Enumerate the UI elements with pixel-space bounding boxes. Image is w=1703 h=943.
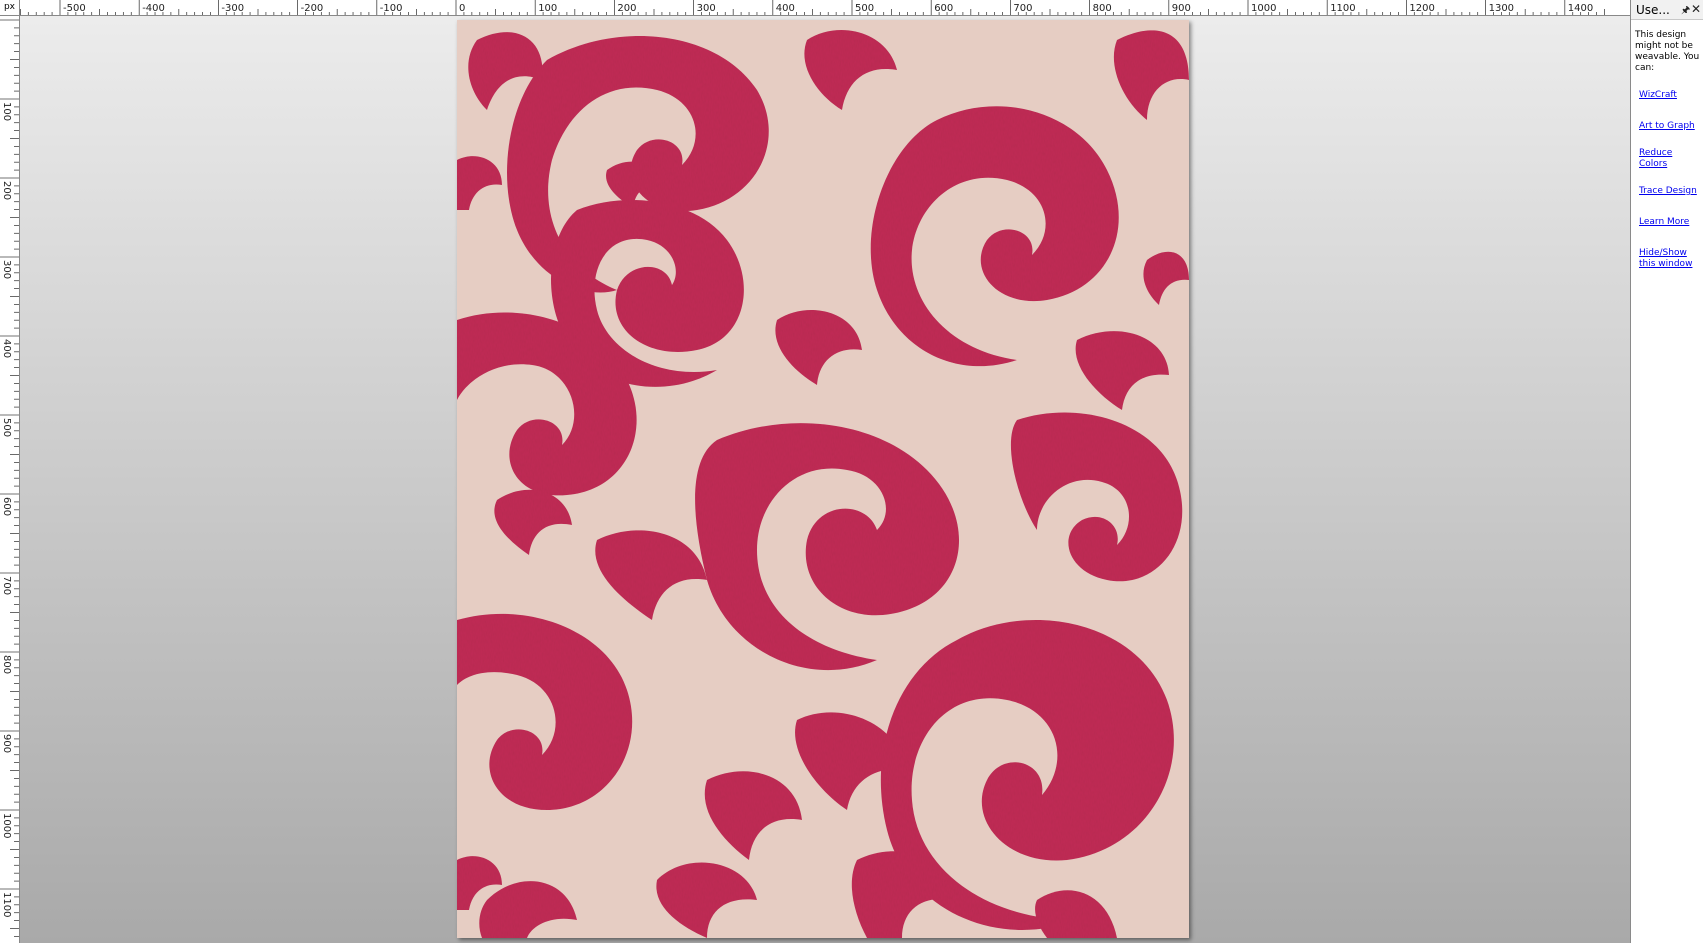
ruler-left-label: 500 — [1, 418, 12, 437]
ruler-left-label: 1100 — [1, 892, 12, 917]
ruler-top-label: 100 — [538, 3, 557, 14]
design-canvas[interactable] — [20, 16, 1630, 943]
art-to-graph-link[interactable]: Art to Graph — [1639, 121, 1701, 132]
ruler-top-label: 900 — [1172, 3, 1191, 14]
horizontal-ruler[interactable]: -500 -400 -300 -200 -100 0 100 200 300 400 500 600 7… — [20, 0, 1630, 16]
ruler-top-label: -500 — [63, 3, 86, 14]
design-editor-window: px -500 -400 -300 -200 -100 0 100 200 300 400 500 6… — [0, 0, 1703, 943]
ruler-left-label: 1000 — [1, 813, 12, 838]
rug-design-image[interactable] — [457, 20, 1189, 938]
ruler-top-label: 200 — [617, 3, 636, 14]
ruler-left-label: 600 — [1, 497, 12, 516]
ruler-top-label: 1200 — [1409, 3, 1434, 14]
panel-title: Use... — [1636, 3, 1670, 17]
ruler-top-label: 700 — [1013, 3, 1032, 14]
panel-header: Use... 🖈 ✕ — [1631, 0, 1703, 20]
damask-motif — [457, 30, 1189, 938]
wizcraft-link[interactable]: WizCraft — [1639, 90, 1701, 101]
ruler-top-label: 400 — [776, 3, 795, 14]
ruler-top-label: 0 — [459, 3, 465, 14]
close-icon[interactable]: ✕ — [1691, 2, 1701, 16]
ruler-top-label: 1400 — [1568, 3, 1593, 14]
ruler-left-label: 900 — [1, 734, 12, 753]
learn-more-link[interactable]: Learn More — [1639, 217, 1701, 228]
weavability-warning: This design might not be weavable. You c… — [1635, 30, 1700, 73]
ruler-top-label: 800 — [1093, 3, 1112, 14]
trace-design-link[interactable]: Trace Design — [1639, 186, 1701, 197]
ruler-top-label: 600 — [934, 3, 953, 14]
ruler-top-label: 1000 — [1251, 3, 1276, 14]
ruler-left-label: 400 — [1, 339, 12, 358]
hide-show-window-link[interactable]: Hide/Show this window — [1639, 248, 1701, 270]
ruler-top-label: 300 — [697, 3, 716, 14]
pin-icon[interactable]: 🖈 — [1681, 3, 1690, 20]
ruler-top-label: 1100 — [1330, 3, 1355, 14]
ruler-top-label: -300 — [221, 3, 244, 14]
ruler-left-label: 300 — [1, 260, 12, 279]
vertical-ruler[interactable]: 100 200 300 400 500 600 700 800 900 1000 1100 — [0, 16, 20, 943]
ruler-top-label: 1300 — [1489, 3, 1514, 14]
use-helper-panel: Use... 🖈 ✕ This design might not be weav… — [1630, 0, 1703, 943]
ruler-left-label: 700 — [1, 576, 12, 595]
ruler-unit-label[interactable]: px — [0, 0, 20, 16]
ruler-top-label: -100 — [380, 3, 403, 14]
reduce-colors-link[interactable]: Reduce Colors — [1639, 148, 1701, 170]
ruler-left-label: 800 — [1, 655, 12, 674]
ruler-top-label: 500 — [855, 3, 874, 14]
ruler-left-label: 100 — [1, 102, 12, 121]
ruler-top-label: -200 — [301, 3, 324, 14]
ruler-top-label: -400 — [142, 3, 165, 14]
ruler-left-label: 200 — [1, 181, 12, 200]
